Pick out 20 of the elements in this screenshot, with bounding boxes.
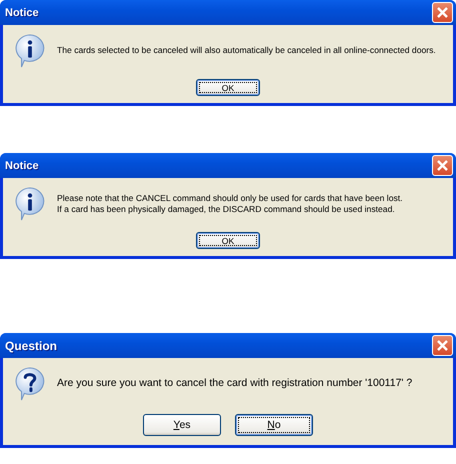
question-icon [13,366,47,402]
message-text: Please note that the CANCEL command should only be used for cards that have been lost. [57,192,403,204]
dialog-button[interactable]: OK [196,232,260,249]
dialog-button[interactable]: No [235,414,313,436]
window-title: Notice [5,160,39,172]
dialog-button[interactable]: Yes [143,414,221,436]
window-title: Question [5,338,58,352]
close-icon [436,6,449,19]
dialog-button[interactable]: OK [196,79,260,96]
info-icon [13,186,47,222]
window-title: Notice [5,6,39,18]
info-icon [13,33,47,69]
message-text: If a card has been physically damaged, the DISCARD command should be used instead. [57,204,396,216]
close-icon [436,339,449,352]
message-text: Are you sure you want to cancel the card with registration number '100117' ? [57,377,412,391]
close-button[interactable] [432,155,453,176]
close-icon [436,159,449,172]
message-text: The cards selected to be canceled will also automatically be canceled in all online-connected doors. [57,45,436,57]
close-button[interactable] [432,2,453,23]
close-button[interactable] [432,335,453,356]
